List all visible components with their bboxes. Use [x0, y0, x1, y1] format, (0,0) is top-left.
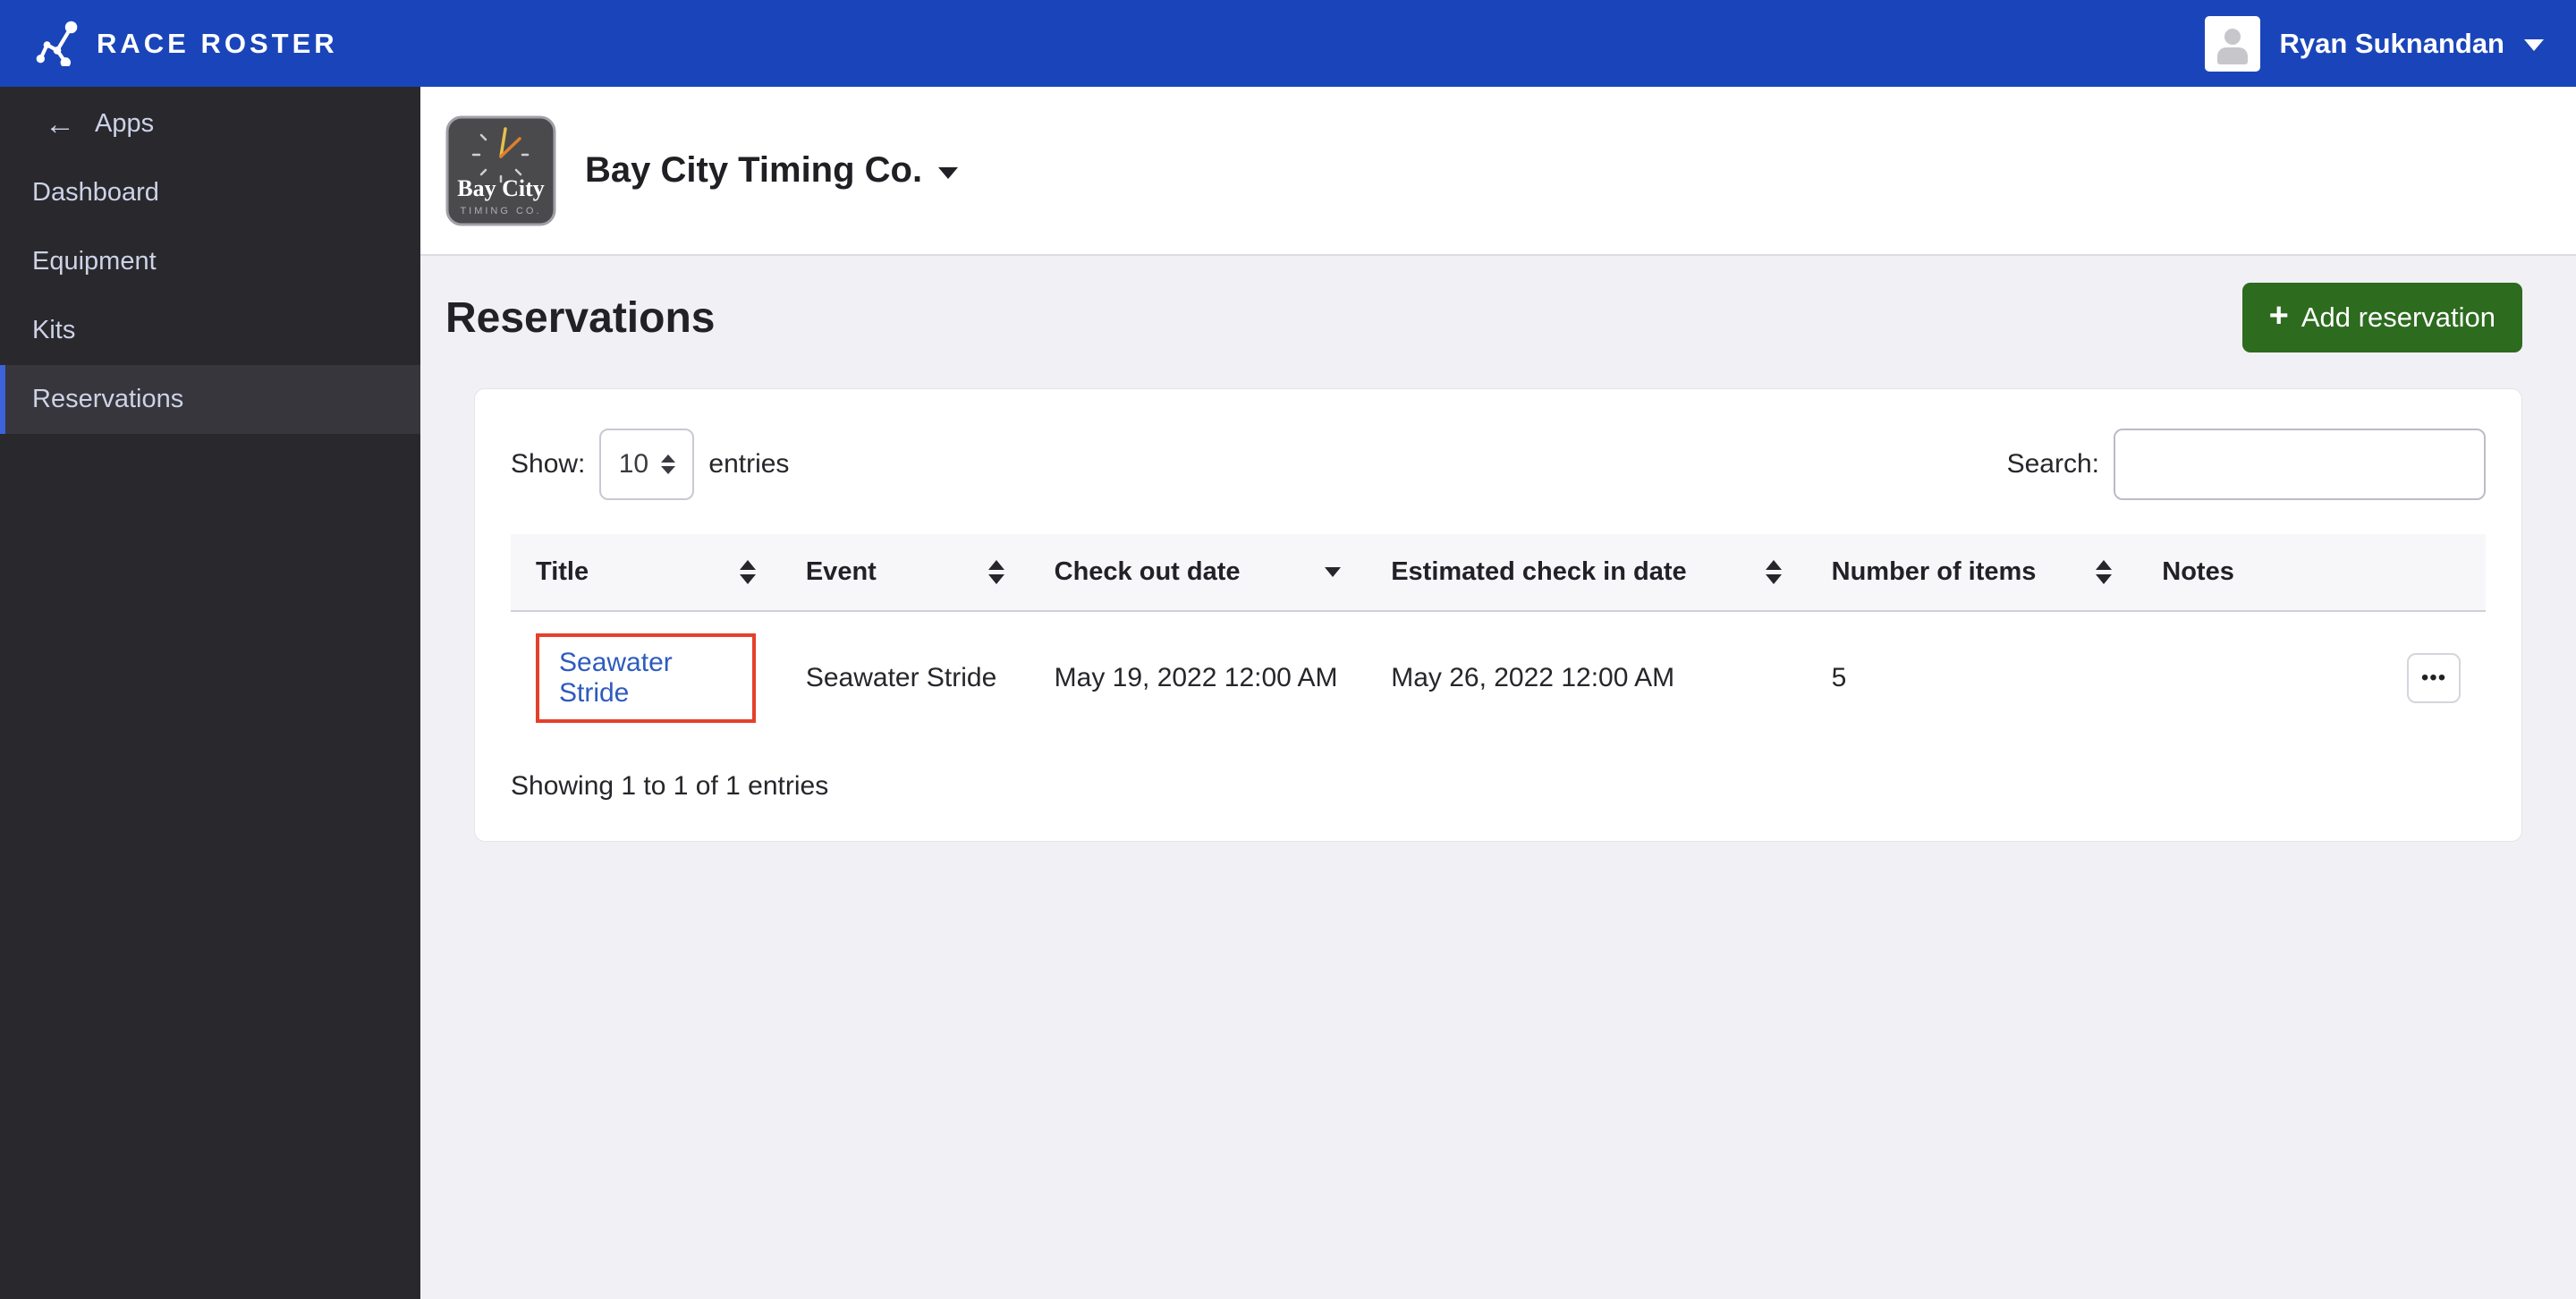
search-input[interactable] [2114, 429, 2486, 500]
plus-icon: + [2268, 297, 2289, 335]
chevron-down-icon [938, 167, 959, 179]
column-label: Estimated check in date [1391, 557, 1687, 586]
column-header-check-in-date[interactable]: Estimated check in date [1366, 534, 1807, 612]
page-content: Reservations + Add reservation Show: 10 [420, 256, 2576, 1299]
page-size-value: 10 [618, 449, 649, 479]
add-reservation-label: Add reservation [2301, 301, 2496, 333]
cell-check-out-date: May 19, 2022 12:00 AM [1054, 663, 1338, 692]
add-reservation-button[interactable]: + Add reservation [2241, 283, 2522, 352]
sidebar-item-dashboard[interactable]: Dashboard [0, 158, 420, 227]
race-roster-brand[interactable]: RACE ROSTER [32, 16, 338, 71]
select-arrows-icon [661, 454, 676, 474]
sidebar: ← Apps Dashboard Equipment Kits Reservat… [0, 87, 420, 1299]
show-label: Show: [511, 449, 586, 479]
sort-icon [1765, 560, 1782, 584]
column-label: Number of items [1831, 557, 2037, 586]
sidebar-item-kits[interactable]: Kits [0, 296, 420, 365]
column-label: Notes [2162, 557, 2234, 586]
sidebar-item-equipment[interactable]: Equipment [0, 227, 420, 296]
sidebar-item-label: Reservations [32, 385, 184, 413]
chevron-down-icon [2524, 39, 2544, 51]
back-arrow-icon: ← [45, 106, 75, 141]
brand-name: RACE ROSTER [97, 27, 338, 59]
column-header-check-out-date[interactable]: Check out date [1029, 534, 1367, 612]
column-header-event[interactable]: Event [780, 534, 1030, 612]
sort-icon [2096, 560, 2113, 584]
sidebar-back-label: Apps [95, 109, 155, 138]
table-row: Seawater Stride Seawater Stride May 19, … [511, 611, 2486, 744]
page-title: Reservations [445, 293, 716, 342]
column-header-number-of-items[interactable]: Number of items [1806, 534, 2138, 612]
user-avatar [2204, 15, 2260, 72]
column-label: Title [536, 557, 589, 586]
cell-event: Seawater Stride [805, 663, 997, 692]
sort-icon [739, 560, 756, 584]
org-switcher[interactable]: Bay City Timing Co. [585, 150, 959, 191]
column-header-title[interactable]: Title [511, 534, 781, 612]
reservations-card: Show: 10 entries Search: Title Event Che… [474, 388, 2522, 842]
reservations-table: Title Event Check out date Estimated che… [511, 534, 2486, 744]
column-label: Check out date [1054, 557, 1241, 586]
column-label: Event [805, 557, 877, 586]
table-summary: Showing 1 to 1 of 1 entries [511, 771, 829, 801]
column-header-notes: Notes [2137, 534, 2290, 612]
search-label: Search: [2006, 449, 2099, 479]
page-size-select[interactable]: 10 [599, 429, 695, 500]
row-actions-button[interactable]: ••• [2407, 653, 2461, 703]
sidebar-item-reservations[interactable]: Reservations [0, 365, 420, 434]
sidebar-item-label: Equipment [32, 247, 157, 276]
org-name: Bay City Timing Co. [585, 150, 923, 190]
org-logo: Bay City TIMING CO. [445, 115, 556, 226]
sidebar-back-to-apps[interactable]: ← Apps [0, 89, 420, 158]
column-header-actions [2289, 534, 2486, 612]
svg-text:Bay City: Bay City [457, 175, 545, 201]
cell-number-of-items: 5 [1831, 663, 1847, 692]
sort-desc-icon [1325, 567, 1342, 577]
top-bar: RACE ROSTER Ryan Suknandan [0, 0, 2576, 87]
user-menu[interactable]: Ryan Suknandan [2204, 15, 2544, 72]
user-name: Ryan Suknandan [2279, 27, 2505, 59]
cell-notes [2137, 611, 2289, 744]
person-icon [2216, 29, 2248, 64]
reservation-title-link[interactable]: Seawater Stride [559, 648, 673, 708]
entries-label: entries [708, 449, 790, 479]
sidebar-item-label: Dashboard [32, 178, 159, 207]
sort-icon [987, 560, 1004, 584]
cell-actions: ••• [2289, 611, 2486, 744]
cell-title: Seawater Stride [511, 611, 781, 744]
main-area: Bay City TIMING CO. Bay City Timing Co. … [420, 87, 2576, 1299]
sidebar-item-label: Kits [32, 316, 76, 344]
race-roster-logo-icon [32, 16, 82, 71]
organization-header: Bay City TIMING CO. Bay City Timing Co. [420, 87, 2576, 256]
svg-text:TIMING CO.: TIMING CO. [460, 206, 541, 216]
cell-check-in-date: May 26, 2022 12:00 AM [1391, 663, 1675, 692]
highlight-box: Seawater Stride [536, 633, 756, 723]
